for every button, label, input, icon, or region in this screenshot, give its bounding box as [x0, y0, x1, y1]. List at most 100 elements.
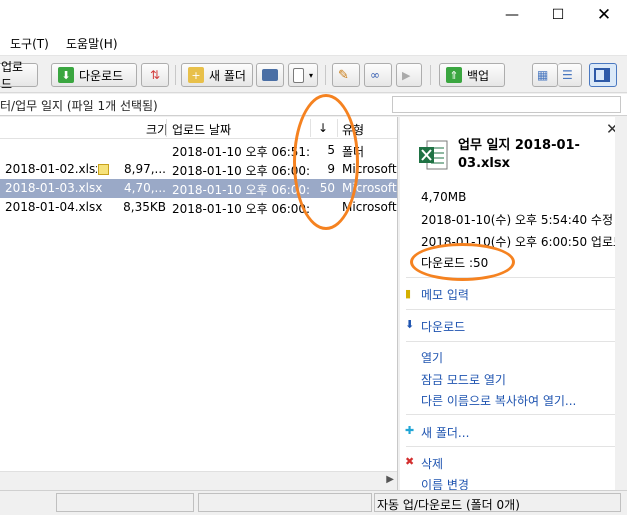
column-size[interactable]: 크기: [146, 121, 168, 138]
open-locked-link[interactable]: 잠금 모드로 열기: [421, 371, 506, 388]
preview-pane-button[interactable]: [589, 63, 617, 87]
sync-button[interactable]: ⇅: [141, 63, 169, 87]
panel-divider: [406, 414, 620, 415]
download-count-info: 다운로드 :50: [421, 256, 489, 270]
column-divider: [166, 119, 167, 137]
panel-divider: [406, 341, 620, 342]
edit-button[interactable]: ✎: [332, 63, 360, 87]
share-button[interactable]: [256, 63, 284, 87]
column-divider: [337, 119, 338, 137]
close-window-button[interactable]: ✕: [581, 0, 627, 30]
pencil-icon: ✎: [338, 67, 349, 83]
file-date: 2018-01-10 오후 06:00:50: [172, 183, 310, 197]
plus-icon: ✚: [405, 424, 415, 437]
list-header: 크기 업로드 날짜 ↓ 유형: [0, 117, 397, 139]
file-type: 폴더: [342, 145, 365, 159]
column-upload-date[interactable]: 업로드 날짜: [172, 121, 231, 138]
new-file-button[interactable]: ▾: [288, 63, 318, 87]
grid-view-icon: ▦: [537, 68, 549, 82]
download-arrow-icon: ⬇: [58, 67, 74, 83]
file-type: Microsoft: [342, 162, 397, 176]
table-row[interactable]: 2018-01-10 오후 06:51:45 5 폴더: [0, 141, 397, 160]
delete-link[interactable]: 삭제: [421, 455, 443, 472]
backup-label: 백업: [467, 68, 490, 83]
link-icon: ∞: [370, 68, 380, 82]
panel-divider: [406, 446, 620, 447]
file-size-info: 4,70MB: [421, 190, 467, 204]
panel-divider: [406, 277, 620, 278]
rename-link[interactable]: 이름 변경: [421, 476, 469, 490]
upload-date-info: 2018-01-10(수) 오후 6:00:50 업로드: [421, 235, 625, 249]
file-list: 크기 업로드 날짜 ↓ 유형 2018-01-10 오후 06:51:45 5 …: [0, 117, 398, 490]
upload-button[interactable]: 업로드: [0, 60, 38, 91]
status-bar: 자동 업/다운로드 (폴더 0개): [0, 490, 627, 515]
new-folder-link[interactable]: 새 폴더...: [421, 424, 469, 441]
upload-label: 업로드: [1, 60, 24, 91]
new-folder-button[interactable]: + 새 폴더: [181, 63, 253, 87]
vertical-scrollbar[interactable]: [615, 117, 627, 490]
table-row-selected[interactable]: 2018-01-03.xlsx 4,70,... 2018-01-10 오후 0…: [0, 179, 397, 198]
file-type: Microsoft: [342, 200, 397, 214]
path-bar: 터/업무 일지 (파일 1개 선택됨): [0, 94, 627, 116]
column-download-sort[interactable]: ↓: [318, 121, 328, 135]
new-folder-label: 새 폴더: [209, 68, 246, 83]
horizontal-scrollbar[interactable]: ▶: [0, 471, 397, 490]
minimize-button[interactable]: —: [489, 0, 535, 30]
thumbnail-view-button[interactable]: ▦: [532, 63, 558, 87]
download-link[interactable]: 다운로드: [421, 318, 465, 335]
status-segment: [198, 493, 372, 512]
open-copy-link[interactable]: 다른 이름으로 복사하여 열기...: [421, 392, 576, 409]
backup-button[interactable]: ⇑ 백업: [439, 63, 505, 87]
file-downloads: 5: [327, 143, 335, 157]
menu-tools[interactable]: 도구(T): [10, 35, 49, 52]
list-view-icon: ☰: [562, 68, 573, 82]
column-divider: [310, 119, 311, 137]
play-icon: ▶: [402, 68, 411, 82]
excel-file-icon: [419, 140, 448, 170]
monitor-icon: [262, 69, 278, 81]
link-button[interactable]: ∞: [364, 63, 392, 87]
delete-x-icon: ✖: [405, 455, 415, 468]
folder-plus-icon: +: [188, 67, 204, 83]
toolbar-separator: [325, 65, 326, 85]
split-pane-icon: [594, 68, 610, 82]
panel-divider: [406, 309, 620, 310]
file-downloads: 50: [319, 181, 335, 195]
maximize-button[interactable]: ☐: [535, 0, 581, 30]
menu-bar: 도구(T) 도움말(H): [0, 30, 627, 56]
file-size: 8,35KB: [123, 200, 166, 214]
file-info-panel: ✕ 업무 일지 2018-01-03.xlsx 4,70MB 2018-01-1…: [400, 117, 627, 490]
toolbar: 업로드 ⬇ 다운로드 ⇅ + 새 폴더 ▾ ✎ ∞ ▶ ⇑ 백업 ▦ ☰: [0, 57, 627, 93]
column-type[interactable]: 유형: [342, 121, 364, 138]
file-date: 2018-01-10 오후 06:51:45: [172, 145, 310, 159]
table-row[interactable]: 2018-01-02.xlsx 8,97,... 2018-01-10 오후 0…: [0, 160, 397, 179]
modified-date-info: 2018-01-10(수) 오후 5:54:40 수정: [421, 213, 614, 227]
status-segment: [56, 493, 194, 512]
memo-note-icon: ▮: [405, 287, 412, 300]
document-icon: [293, 67, 304, 83]
download-arrow-icon: ⬇: [405, 318, 415, 331]
chevron-down-icon: ▾: [308, 70, 313, 80]
list-view-button[interactable]: ☰: [558, 63, 582, 87]
search-input[interactable]: [392, 96, 621, 113]
download-button[interactable]: ⬇ 다운로드: [51, 63, 137, 87]
toolbar-separator: [430, 65, 431, 85]
backup-up-icon: ⇑: [446, 67, 462, 83]
up-down-arrows-icon: ⇅: [149, 68, 161, 82]
table-row[interactable]: 2018-01-04.xlsx 8,35KB 2018-01-10 오후 06:…: [0, 198, 397, 217]
download-label: 다운로드: [79, 68, 124, 83]
menu-help[interactable]: 도움말(H): [66, 35, 118, 52]
toolbar-separator: [175, 65, 176, 85]
file-date: 2018-01-10 오후 06:00:49: [172, 164, 310, 178]
file-name: 2018-01-03.xlsx: [5, 181, 103, 195]
file-type: Microsoft: [342, 181, 397, 195]
file-date: 2018-01-10 오후 06:00:46: [172, 202, 310, 216]
file-downloads: 9: [327, 162, 335, 176]
scroll-right-icon[interactable]: ▶: [386, 474, 394, 485]
open-link[interactable]: 열기: [421, 349, 443, 366]
panel-file-title: 업무 일지 2018-01-03.xlsx: [458, 138, 580, 171]
play-button[interactable]: ▶: [396, 63, 422, 87]
status-text: 자동 업/다운로드 (폴더 0개): [377, 498, 520, 512]
file-name: 2018-01-04.xlsx: [5, 200, 103, 214]
memo-input-link[interactable]: 메모 입력: [421, 286, 469, 303]
